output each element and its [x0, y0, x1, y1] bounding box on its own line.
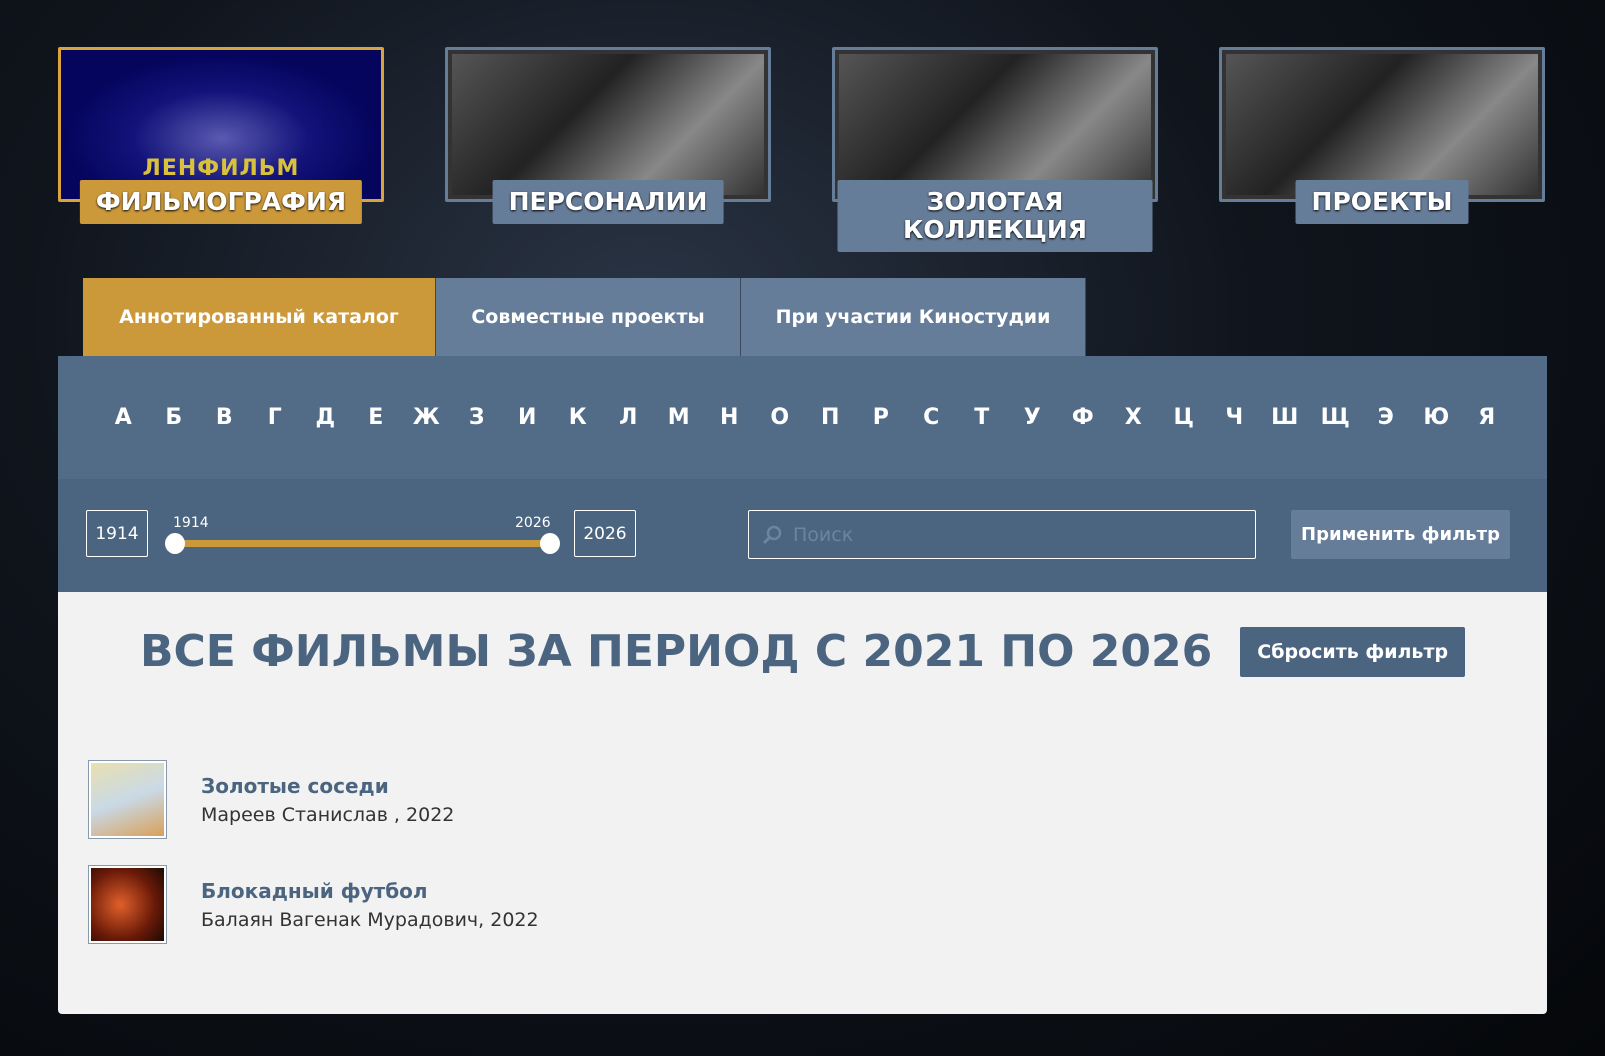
letter-link[interactable]: Ч [1209, 405, 1260, 430]
letter-link[interactable]: К [553, 405, 604, 430]
letter-link[interactable]: У [1007, 405, 1058, 430]
letter-link[interactable]: Е [351, 405, 402, 430]
film-thumbnail[interactable] [88, 760, 167, 839]
slider-min-handle[interactable] [165, 533, 185, 554]
category-filmography[interactable]: ЛЕНФИЛЬМ ФИЛЬМОГРАФИЯ [58, 47, 384, 224]
category-persons[interactable]: ПЕРСОНАЛИИ [445, 47, 771, 224]
letter-link[interactable]: М [654, 405, 705, 430]
lenfilm-logo-image: ЛЕНФИЛЬМ [65, 54, 377, 195]
letter-link[interactable]: З [452, 405, 503, 430]
letter-link[interactable]: И [502, 405, 553, 430]
reset-filter-button[interactable]: Сбросить фильтр [1240, 626, 1466, 677]
film-title-link[interactable]: Блокадный футбол [201, 879, 539, 903]
letter-link[interactable]: Х [1108, 405, 1159, 430]
letter-link[interactable]: Э [1361, 405, 1412, 430]
lenfilm-logo: ЛЕНФИЛЬМ [142, 156, 300, 181]
film-item: Блокадный футбол Балаян Вагенак Мурадович… [88, 865, 539, 944]
category-image [1226, 54, 1538, 195]
slider-max-handle[interactable] [540, 533, 560, 554]
letter-link[interactable]: Ж [401, 405, 452, 430]
film-thumbnail[interactable] [88, 865, 167, 944]
film-title-link[interactable]: Золотые соседи [201, 774, 454, 798]
tab-annotated-catalog[interactable]: Аннотированный каталог [83, 278, 436, 356]
letter-link[interactable]: В [199, 405, 250, 430]
slider-min-label: 1914 [173, 515, 209, 531]
tab-joint-projects[interactable]: Совместные проекты [436, 278, 741, 356]
category-golden-collection[interactable]: ЗОЛОТАЯ КОЛЛЕКЦИЯ [832, 47, 1158, 252]
letter-link[interactable]: Щ [1310, 405, 1361, 430]
letter-link[interactable]: Л [603, 405, 654, 430]
letter-link[interactable]: Г [250, 405, 301, 430]
film-meta: Мареев Станислав , 2022 [201, 803, 455, 826]
category-image [452, 54, 764, 195]
slider-max-label: 2026 [515, 515, 551, 531]
category-label: ПЕРСОНАЛИИ [492, 180, 724, 224]
catalog-tabs: Аннотированный каталог Совместные проект… [83, 278, 1086, 356]
letter-link[interactable]: Я [1462, 405, 1513, 430]
letter-link[interactable]: О [755, 405, 806, 430]
letter-link[interactable]: Д [300, 405, 351, 430]
year-range-track[interactable] [175, 540, 550, 547]
alphabet-filter: АБВГДЕЖЗИКЛМНОПРСТУФХЦЧШЩЭЮЯ [58, 356, 1547, 479]
search-icon [762, 525, 782, 544]
letter-link[interactable]: Ю [1411, 405, 1462, 430]
letter-link[interactable]: Б [149, 405, 200, 430]
results-header: ВСЕ ФИЛЬМЫ ЗА ПЕРИОД С 2021 ПО 2026 Сбро… [58, 626, 1547, 677]
letter-link[interactable]: Р [856, 405, 907, 430]
search-box [748, 510, 1256, 559]
catalog-panel: АБВГДЕЖЗИКЛМНОПРСТУФХЦЧШЩЭЮЯ 1914 1914 2… [58, 356, 1547, 1014]
category-projects[interactable]: ПРОЕКТЫ [1219, 47, 1545, 224]
filter-bar: 1914 1914 2026 2026 Применить фильтр [58, 479, 1547, 592]
letter-link[interactable]: Н [704, 405, 755, 430]
category-image [839, 54, 1151, 195]
search-input[interactable] [793, 523, 1233, 546]
letter-link[interactable]: Ф [1058, 405, 1109, 430]
results-title: ВСЕ ФИЛЬМЫ ЗА ПЕРИОД С 2021 ПО 2026 [139, 626, 1213, 677]
letter-link[interactable]: Т [957, 405, 1008, 430]
letter-link[interactable]: С [906, 405, 957, 430]
category-label: ЗОЛОТАЯ КОЛЛЕКЦИЯ [837, 180, 1153, 252]
apply-filter-button[interactable]: Применить фильтр [1291, 510, 1510, 559]
letter-link[interactable]: Ш [1260, 405, 1311, 430]
category-label: ФИЛЬМОГРАФИЯ [79, 180, 363, 224]
min-year-field[interactable]: 1914 [86, 510, 148, 557]
letter-link[interactable]: А [98, 405, 149, 430]
letter-link[interactable]: П [805, 405, 856, 430]
letter-link[interactable]: Ц [1159, 405, 1210, 430]
max-year-field[interactable]: 2026 [574, 510, 636, 557]
tab-studio-participation[interactable]: При участии Киностудии [741, 278, 1086, 356]
film-item: Золотые соседи Мареев Станислав , 2022 [88, 760, 454, 839]
film-meta: Балаян Вагенак Мурадович, 2022 [201, 908, 539, 931]
category-label: ПРОЕКТЫ [1295, 180, 1469, 224]
